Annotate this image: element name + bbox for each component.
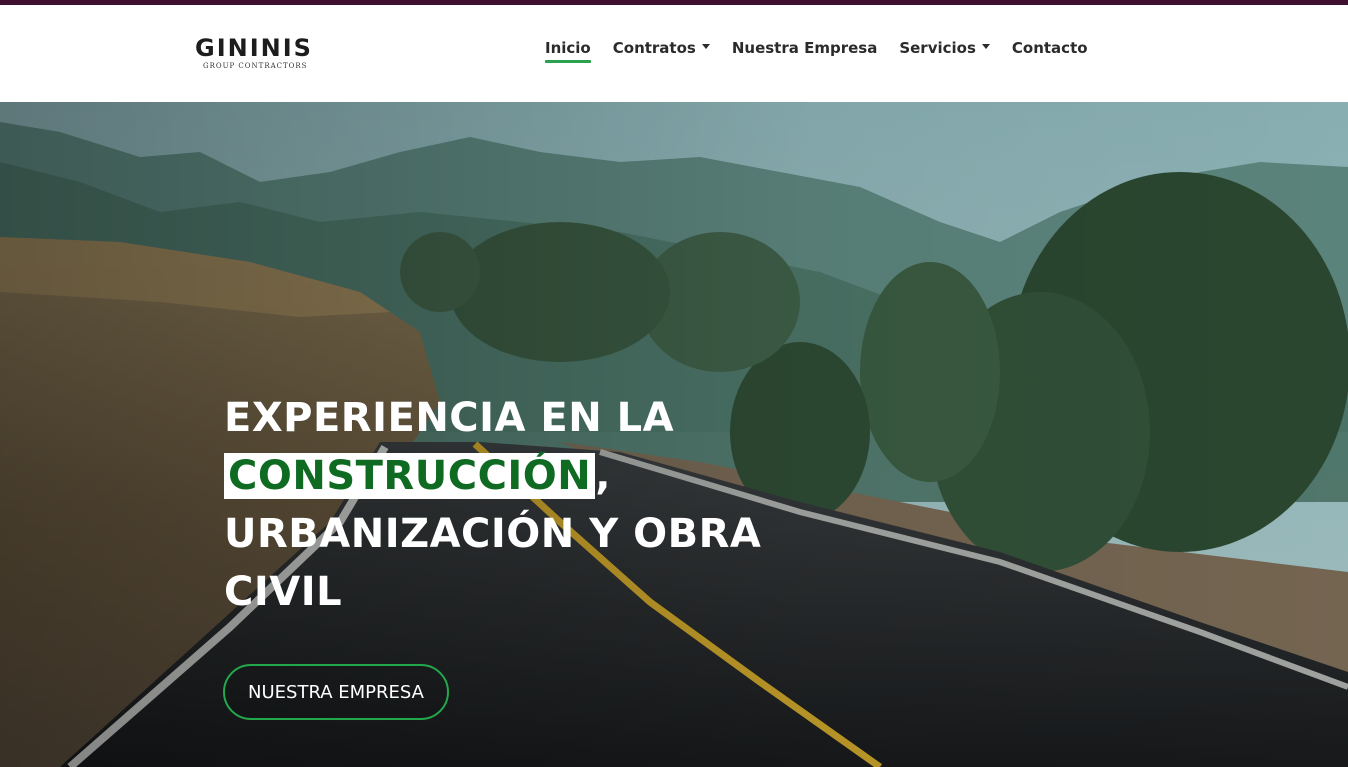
caret-down-icon: [981, 44, 990, 49]
nav-item-nuestra-empresa[interactable]: Nuestra Empresa: [732, 39, 877, 63]
headline-line-1: EXPERIENCIA EN LA: [224, 395, 675, 441]
brand-tagline: GROUP CONTRACTORS: [203, 62, 308, 70]
nav-item-contacto[interactable]: Contacto: [1012, 39, 1088, 63]
nav-item-label: Servicios: [899, 39, 976, 57]
nav-item-label: Nuestra Empresa: [731, 39, 878, 57]
brand-name: GININIS: [195, 34, 313, 62]
nav-item-label: Contratos: [612, 39, 696, 57]
hero-section: EXPERIENCIA EN LA CONSTRUCCIÓN, URBANIZA…: [0, 102, 1348, 767]
main-navigation: Inicio Contratos Nuestra Empresa Servici…: [545, 39, 1110, 69]
nav-item-label: Inicio: [545, 39, 591, 57]
site-header: GININIS GROUP CONTRACTORS Inicio Contrat…: [0, 5, 1348, 102]
nav-item-servicios[interactable]: Servicios: [899, 39, 990, 63]
headline-highlight: CONSTRUCCIÓN: [224, 453, 596, 499]
caret-down-icon: [701, 44, 710, 49]
cta-label: NUESTRA EMPRESA: [248, 681, 424, 703]
headline-line-2: CONSTRUCCIÓN,: [224, 447, 761, 505]
headline-line-4: CIVIL: [224, 569, 343, 615]
brand-logo[interactable]: GININIS GROUP CONTRACTORS: [195, 35, 335, 81]
hero-headline: EXPERIENCIA EN LA CONSTRUCCIÓN, URBANIZA…: [224, 389, 761, 621]
headline-line-3: URBANIZACIÓN Y OBRA: [224, 511, 762, 557]
headline-comma: ,: [595, 453, 611, 499]
nav-item-label: Contacto: [1011, 39, 1088, 57]
nuestra-empresa-button[interactable]: NUESTRA EMPRESA: [223, 664, 449, 720]
nav-item-inicio[interactable]: Inicio: [545, 39, 591, 63]
nav-item-contratos[interactable]: Contratos: [613, 39, 710, 63]
